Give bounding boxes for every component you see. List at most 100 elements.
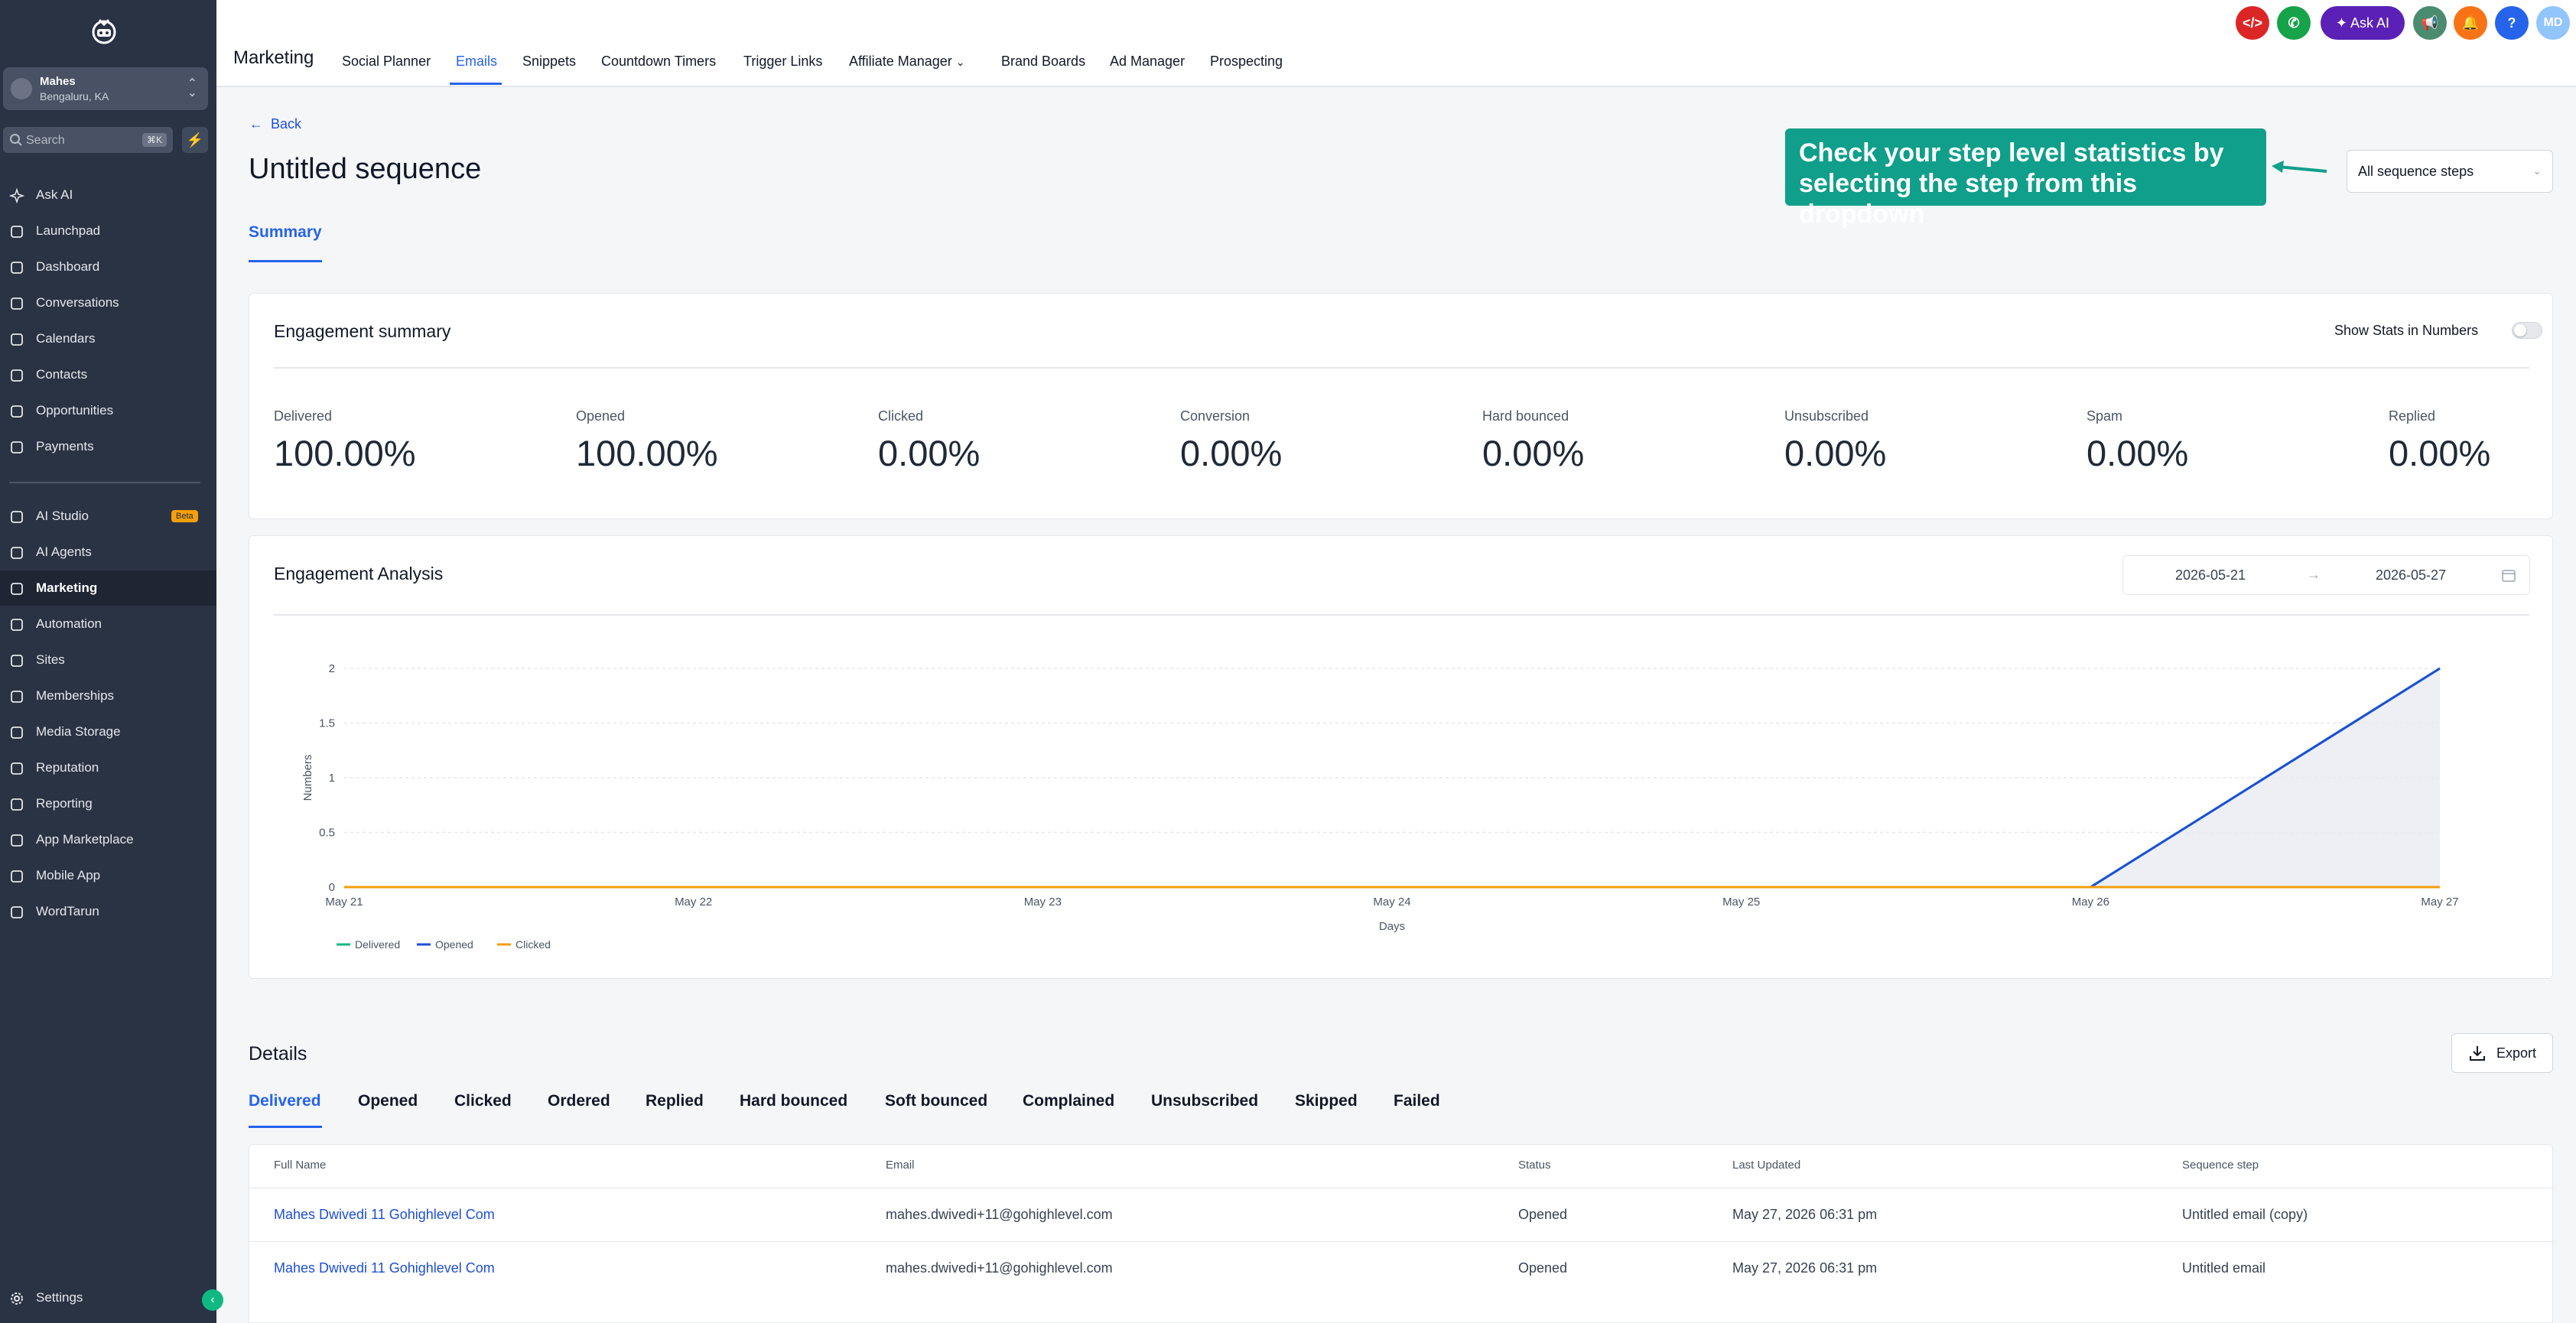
sidebar-item-ai-studio[interactable]: AI Studio Beta: [0, 499, 216, 534]
tab-hard-bounced[interactable]: Hard bounced: [740, 1092, 847, 1110]
sidebar-item-label: Ask AI: [36, 187, 73, 202]
stats-numbers-toggle[interactable]: [2512, 322, 2542, 339]
search-input[interactable]: Search ⌘K: [3, 127, 173, 153]
sidebar-item-label: Contacts: [36, 367, 88, 382]
stat-label: Opened: [576, 408, 626, 424]
stat-label: Delivered: [274, 408, 333, 424]
memberships-icon: [11, 691, 23, 703]
dropdown-value: All sequence steps: [2358, 164, 2474, 179]
x-tick-label: May 26: [2072, 896, 2109, 909]
tab-complained[interactable]: Complained: [1023, 1092, 1114, 1110]
collapse-sidebar-icon[interactable]: ‹: [202, 1289, 223, 1311]
media-icon: [11, 727, 23, 739]
sidebar-item-media-storage[interactable]: Media Storage: [0, 714, 216, 749]
tab-soft-bounced[interactable]: Soft bounced: [885, 1092, 987, 1110]
tab-delivered[interactable]: Delivered: [249, 1092, 321, 1110]
sidebar-item-reporting[interactable]: Reporting: [0, 786, 216, 821]
sidebar-item-memberships[interactable]: Memberships: [0, 678, 216, 714]
calendar-icon: [11, 333, 23, 346]
sidebar-item-calendars[interactable]: Calendars: [0, 321, 216, 356]
sidebar-item-label: AI Studio: [36, 509, 89, 523]
sidebar-item-automation[interactable]: Automation: [0, 606, 216, 642]
back-link[interactable]: ← Back: [249, 116, 301, 132]
stat-opened: Opened 100.00%: [576, 408, 718, 474]
tab-summary[interactable]: Summary: [249, 223, 322, 242]
search-placeholder: Search: [26, 134, 65, 147]
tab-prospecting[interactable]: Prospecting: [1210, 54, 1283, 70]
megaphone-icon[interactable]: 📢: [2413, 6, 2447, 40]
account-switcher[interactable]: Mahes Bengaluru, KA ⌃ ⌄: [3, 67, 208, 110]
tab-trigger-links[interactable]: Trigger Links: [743, 54, 822, 70]
sidebar-item-label: Opportunities: [36, 403, 114, 418]
sidebar-item-ask-ai[interactable]: Ask AI: [0, 177, 216, 213]
stat-clicked: Clicked 0.00%: [878, 408, 980, 474]
chat-icon: [11, 297, 23, 310]
sidebar-item-payments[interactable]: Payments: [0, 429, 216, 464]
sidebar-item-launchpad[interactable]: Launchpad: [0, 213, 216, 249]
sidebar-item-label: WordTarun: [36, 904, 99, 918]
sidebar-item-dashboard[interactable]: Dashboard: [0, 249, 216, 284]
tab-opened[interactable]: Opened: [358, 1092, 418, 1110]
tab-failed[interactable]: Failed: [1394, 1092, 1440, 1110]
contact-name-link[interactable]: Mahes Dwivedi 11 Gohighlevel Com: [274, 1207, 495, 1223]
contact-name-link[interactable]: Mahes Dwivedi 11 Gohighlevel Com: [274, 1260, 495, 1276]
user-avatar[interactable]: MD: [2536, 6, 2570, 40]
phone-icon[interactable]: ✆: [2277, 6, 2311, 40]
stat-label: Spam: [2086, 408, 2123, 424]
tab-brand-boards[interactable]: Brand Boards: [1001, 54, 1085, 70]
wordpress-icon: [11, 906, 23, 918]
tab-unsubscribed[interactable]: Unsubscribed: [1151, 1092, 1258, 1110]
legend-label: Opened: [435, 938, 473, 951]
tab-affiliate-manager[interactable]: Affiliate Manager ⌄: [849, 54, 965, 70]
opportunities-icon: [11, 405, 23, 418]
sidebar-item-contacts[interactable]: Contacts: [0, 357, 216, 392]
tab-countdown-timers[interactable]: Countdown Timers: [601, 54, 716, 70]
tab-skipped[interactable]: Skipped: [1295, 1092, 1358, 1110]
sidebar-item-marketing[interactable]: Marketing: [0, 570, 216, 606]
date-range-picker[interactable]: 2026-05-21 → 2026-05-27: [2122, 555, 2530, 595]
divider: [274, 367, 2529, 369]
tab-ordered[interactable]: Ordered: [548, 1092, 610, 1110]
tab-snippets[interactable]: Snippets: [522, 54, 576, 70]
sidebar-item-mobile-app[interactable]: Mobile App: [0, 858, 216, 893]
tip-callout: Check your step level statistics by sele…: [1785, 128, 2266, 229]
help-button[interactable]: ?: [2495, 6, 2529, 40]
table-cell: May 27, 2026 06:31 pm: [1732, 1207, 1878, 1222]
engagement-summary-card: Engagement summary Show Stats in Numbers…: [249, 293, 2553, 519]
mobile-icon: [11, 870, 23, 883]
stat-unsubscribed: Unsubscribed 0.00%: [1784, 408, 1886, 474]
tab-social-planner[interactable]: Social Planner: [342, 54, 431, 70]
logo-icon: [92, 18, 116, 44]
tab-clicked[interactable]: Clicked: [454, 1092, 512, 1110]
code-icon[interactable]: </>: [2236, 6, 2269, 40]
download-icon: [2470, 1046, 2485, 1061]
back-label: Back: [271, 116, 302, 132]
sidebar-item-reputation[interactable]: Reputation: [0, 750, 216, 785]
stat-conversion: Conversion 0.00%: [1180, 408, 1282, 474]
sidebar-item-wordtarun[interactable]: WordTarun: [0, 894, 216, 929]
stat-label: Conversion: [1180, 408, 1251, 424]
ask-ai-button[interactable]: ✦ Ask AI: [2321, 6, 2405, 40]
search-shortcut: ⌘K: [141, 133, 167, 147]
sidebar-item-ai-agents[interactable]: AI Agents: [0, 535, 216, 570]
sidebar-item-settings[interactable]: Settings: [0, 1280, 216, 1315]
sidebar-item-conversations[interactable]: Conversations: [0, 285, 216, 320]
sidebar-item-label: Reputation: [36, 760, 99, 775]
sidebar-item-sites[interactable]: Sites: [0, 642, 216, 678]
tab-replied[interactable]: Replied: [646, 1092, 704, 1110]
tab-emails[interactable]: Emails: [456, 54, 497, 70]
payments-icon: [11, 441, 23, 453]
card-title: Engagement summary: [274, 321, 451, 341]
export-button[interactable]: Export: [2451, 1033, 2553, 1073]
stat-value: 0.00%: [1784, 433, 1887, 473]
stat-replied: Replied 0.00%: [2389, 408, 2490, 474]
sidebar-item-app-marketplace[interactable]: App Marketplace: [0, 822, 216, 857]
tab-ad-manager[interactable]: Ad Manager: [1110, 54, 1185, 70]
engagement-line-chart: 0 0.5 1 1.5 2 May 21 May 22 May 23 May 24 May 25 M…: [301, 662, 2459, 951]
y-tick-label: 0: [329, 881, 335, 894]
active-tab-underline: [249, 260, 322, 262]
sequence-step-dropdown[interactable]: All sequence steps ⌄: [2347, 150, 2553, 193]
sidebar-item-opportunities[interactable]: Opportunities: [0, 393, 216, 428]
quick-action-bolt-icon[interactable]: ⚡: [182, 127, 208, 153]
bell-icon[interactable]: 🔔: [2454, 6, 2487, 40]
